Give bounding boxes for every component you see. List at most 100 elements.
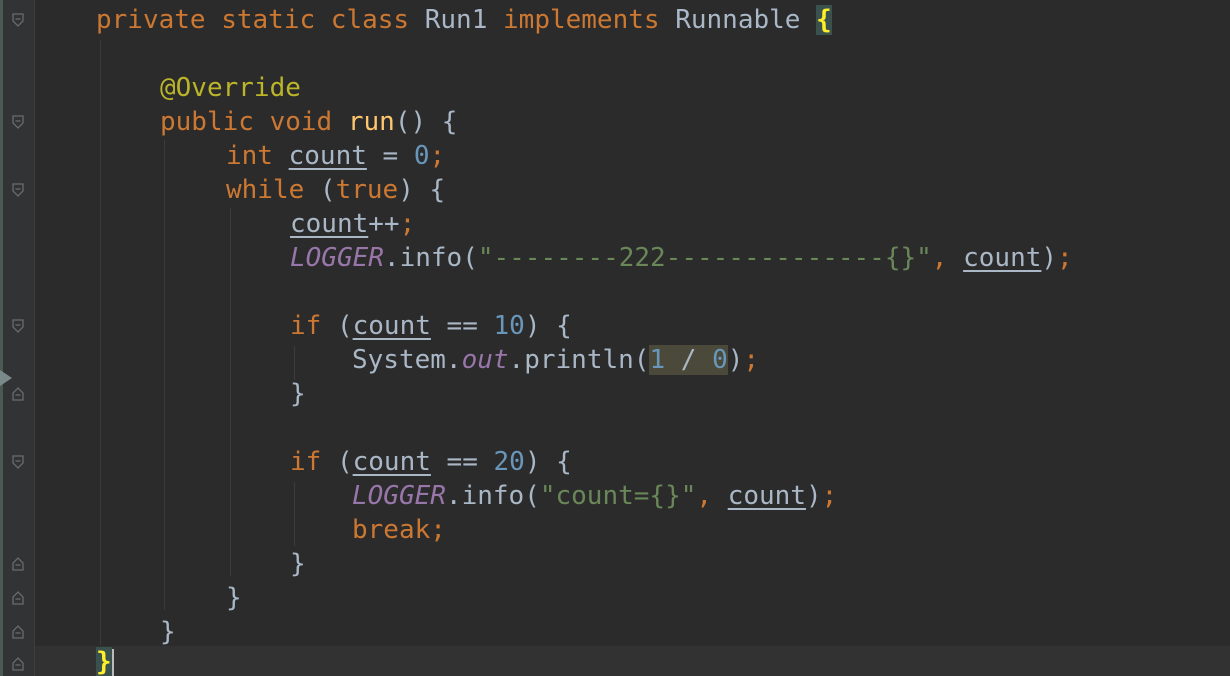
static-field: LOGGER (290, 243, 384, 273)
string-literal: "count={}" (539, 481, 697, 511)
punctuation: ) (727, 345, 744, 375)
number-literal: 0 (413, 141, 430, 171)
keyword: if (290, 311, 337, 341)
variable-count: count (352, 447, 431, 477)
code-line-10[interactable]: if (count == 10) { (290, 309, 572, 343)
fold-open-icon[interactable] (11, 115, 25, 129)
variable-count: count (352, 311, 431, 341)
fold-end-icon[interactable] (11, 591, 25, 605)
operator: ++ (368, 209, 400, 239)
semicolon: ; (430, 515, 446, 545)
punctuation: ) (1041, 243, 1058, 273)
punctuation: ( (319, 175, 336, 205)
keyword: break (352, 515, 431, 545)
matched-brace: } (96, 647, 112, 676)
number-literal: 1 (649, 345, 666, 375)
semicolon: ; (821, 481, 838, 511)
indent-guide (294, 482, 295, 546)
punctuation: ( (336, 311, 353, 341)
text-caret (111, 648, 114, 676)
variable-count: count (727, 481, 806, 511)
vcs-change-bar (0, 0, 3, 676)
comma: , (931, 243, 964, 273)
variable-count: count (290, 209, 369, 239)
operator: == (430, 311, 494, 341)
static-field: out (461, 345, 509, 375)
code-line-11[interactable]: System.out.println(1 / 0); (352, 343, 759, 377)
number-literal: 0 (712, 345, 728, 375)
fold-open-icon[interactable] (11, 319, 25, 333)
variable-count: count (963, 243, 1042, 273)
semicolon: ; (429, 141, 446, 171)
keyword: int (226, 141, 289, 171)
static-field: LOGGER (352, 481, 446, 511)
method-name: run (347, 107, 395, 137)
operator: == (430, 447, 494, 477)
annotation: @Override (160, 73, 301, 103)
punctuation: ) { (524, 447, 572, 477)
indent-guide (100, 40, 101, 645)
current-line-highlight (35, 646, 1230, 676)
execution-point-icon (0, 370, 12, 386)
code-line-5[interactable]: int count = 0; (226, 139, 445, 173)
class-name: System. (352, 345, 462, 375)
keyword: if (290, 447, 337, 477)
code-line-16[interactable]: break; (352, 513, 446, 547)
editor-gutter[interactable] (0, 0, 35, 676)
indent-guide (294, 346, 295, 380)
keyword: public void (160, 107, 348, 137)
code-line-12[interactable]: } (290, 377, 306, 411)
class-name: Run1 (424, 5, 504, 35)
fold-open-icon[interactable] (11, 13, 25, 27)
punctuation: ) { (524, 311, 572, 341)
method-call: .info( (445, 481, 540, 511)
punctuation: ) { (398, 175, 446, 205)
keyword: implements (503, 5, 676, 35)
punctuation: ) (805, 481, 822, 511)
semicolon: ; (743, 345, 760, 375)
code-line-17[interactable]: } (290, 547, 306, 581)
code-line-1[interactable]: private static class Run1 implements Run… (96, 3, 832, 37)
keyword: private static class (96, 5, 425, 35)
code-line-20[interactable]: } (96, 645, 114, 676)
fold-end-icon[interactable] (11, 657, 25, 671)
indent-guide (164, 140, 165, 610)
punctuation: ( (336, 447, 353, 477)
code-line-15[interactable]: LOGGER.info("count={}", count); (352, 479, 837, 513)
keyword: while (226, 175, 320, 205)
fold-open-icon[interactable] (11, 455, 25, 469)
operator: / (665, 345, 713, 375)
matched-brace: { (816, 5, 832, 35)
indent-guide (230, 208, 231, 576)
code-editor[interactable]: private static class Run1 implements Run… (0, 0, 1230, 676)
fold-end-icon[interactable] (11, 625, 25, 639)
method-call: .println( (508, 345, 650, 375)
semicolon: ; (399, 209, 416, 239)
variable-count: count (288, 141, 367, 171)
semicolon: ; (1057, 243, 1073, 273)
highlighted-expression: 1 / 0 (649, 345, 728, 375)
code-line-3[interactable]: @Override (160, 71, 301, 105)
closing-brace: } (160, 617, 176, 647)
interface-name: Runnable (675, 5, 817, 35)
keyword: true (335, 175, 399, 205)
number-literal: 10 (493, 311, 525, 341)
fold-end-icon[interactable] (11, 387, 25, 401)
code-line-14[interactable]: if (count == 20) { (290, 445, 572, 479)
closing-brace: } (290, 549, 306, 579)
fold-end-icon[interactable] (11, 557, 25, 571)
code-line-18[interactable]: } (226, 581, 242, 615)
string-literal: "--------222--------------{}" (477, 243, 932, 273)
punctuation: () { (394, 107, 458, 137)
code-line-4[interactable]: public void run() { (160, 105, 457, 139)
code-line-8[interactable]: LOGGER.info("--------222--------------{}… (290, 241, 1073, 275)
method-call: .info( (383, 243, 478, 273)
operator: = (366, 141, 414, 171)
comma: , (696, 481, 728, 511)
code-line-6[interactable]: while (true) { (226, 173, 445, 207)
fold-open-icon[interactable] (11, 183, 25, 197)
closing-brace: } (226, 583, 242, 613)
closing-brace: } (290, 379, 306, 409)
code-line-7[interactable]: count++; (290, 207, 415, 241)
code-line-19[interactable]: } (160, 615, 176, 649)
